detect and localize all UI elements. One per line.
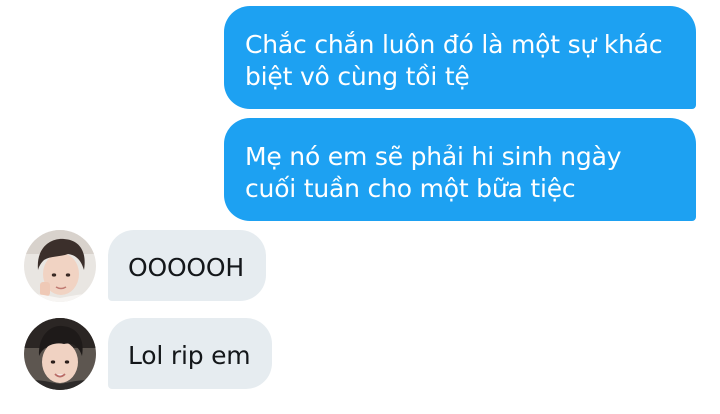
sent-message-bubble[interactable]: Chắc chắn luôn đó là một sự khác biệt vô…: [224, 6, 696, 109]
message-text-line: biệt vô cùng tồi tệ: [245, 62, 470, 91]
message-text-line: cuối tuần cho một bữa tiệc: [245, 174, 576, 203]
user-avatar[interactable]: [24, 230, 96, 302]
message-text-line: Chắc chắn luôn đó là một sự khác: [245, 30, 663, 59]
message-text-line: OOOOOH: [128, 253, 244, 282]
avatar-photo-icon: [24, 318, 96, 390]
received-message-bubble[interactable]: OOOOOH: [108, 230, 266, 301]
message-text-line: Mẹ nó em sẽ phải hi sinh ngày: [245, 142, 622, 171]
message-text-line: Lol rip em: [128, 341, 251, 370]
user-avatar[interactable]: [24, 318, 96, 390]
avatar-photo-icon: [24, 230, 96, 302]
sent-message-bubble[interactable]: Mẹ nó em sẽ phải hi sinh ngày cuối tuần …: [224, 118, 696, 221]
received-message-bubble[interactable]: Lol rip em: [108, 318, 272, 389]
